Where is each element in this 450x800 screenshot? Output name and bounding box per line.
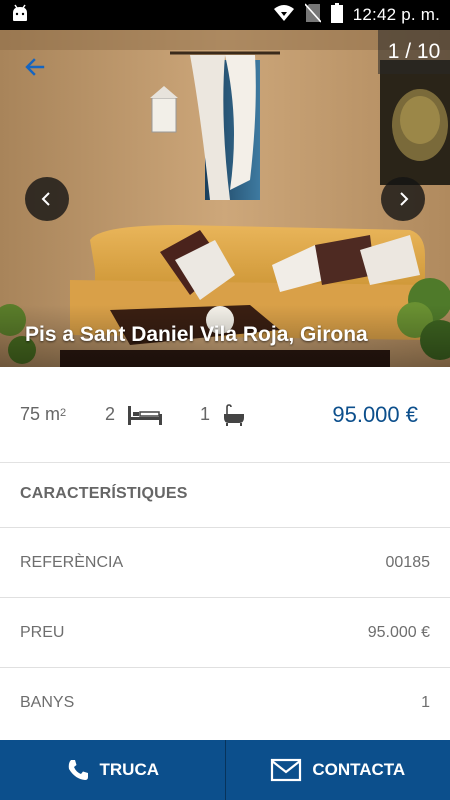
features-heading: CARACTERÍSTIQUES <box>20 485 188 502</box>
feature-row-price: PREU 95.000 € <box>0 597 450 667</box>
call-button[interactable]: TRUCA <box>0 740 225 800</box>
phone-icon <box>68 760 88 780</box>
property-title: Pis a Sant Daniel Vila Roja, Girona <box>25 323 368 346</box>
feature-value: 00185 <box>385 553 431 571</box>
previous-photo-button[interactable] <box>25 177 69 221</box>
no-sim-icon <box>304 2 322 28</box>
status-bar: 12:42 p. m. <box>0 0 450 30</box>
mail-icon <box>271 758 302 782</box>
section-divider <box>0 462 450 463</box>
bed-icon <box>128 405 163 425</box>
property-detail-screen: 12:42 p. m. 1 / 10 Pis a Sant Daniel Vil… <box>0 0 450 800</box>
chevron-right-icon <box>400 192 409 206</box>
back-button[interactable] <box>18 50 52 84</box>
status-time: 12:42 p. m. <box>352 5 440 24</box>
wifi-icon <box>273 4 295 27</box>
next-photo-button[interactable] <box>381 177 425 221</box>
android-icon <box>10 4 30 27</box>
bottom-action-bar: TRUCA CONTACTA <box>0 740 450 800</box>
contact-button-label: CONTACTA <box>312 760 406 779</box>
battery-icon <box>330 2 343 28</box>
feature-row-baths: BANYS 1 <box>0 667 450 737</box>
price-value: 95.000 € <box>332 401 418 427</box>
contact-button[interactable]: CONTACTA <box>226 740 450 800</box>
feature-row-reference: REFERÈNCIA 00185 <box>0 527 450 597</box>
feature-value: 1 <box>421 693 430 711</box>
area-info: 75 m2 <box>20 404 105 425</box>
feature-label: BANYS <box>20 693 75 711</box>
feature-label: REFERÈNCIA <box>20 553 124 571</box>
bathrooms-info: 1 <box>200 403 246 426</box>
photo-gallery[interactable]: 1 / 10 Pis a Sant Daniel Vila Roja, Giro… <box>0 30 450 367</box>
area-unit-exponent: 2 <box>60 406 67 419</box>
chevron-left-icon <box>41 192 50 206</box>
property-summary: 75 m2 2 1 95.000 € <box>0 367 450 462</box>
bathtub-icon <box>224 403 245 426</box>
call-button-label: TRUCA <box>99 760 160 779</box>
area-value: 75 m <box>20 404 61 424</box>
bedrooms-info: 2 <box>105 404 200 426</box>
bedrooms-count: 2 <box>105 404 116 424</box>
photo-counter: 1 / 10 <box>378 30 450 74</box>
arrow-back-icon <box>25 58 45 76</box>
bathrooms-count: 1 <box>200 404 211 424</box>
feature-value: 95.000 € <box>367 623 430 641</box>
feature-label: PREU <box>20 623 65 641</box>
